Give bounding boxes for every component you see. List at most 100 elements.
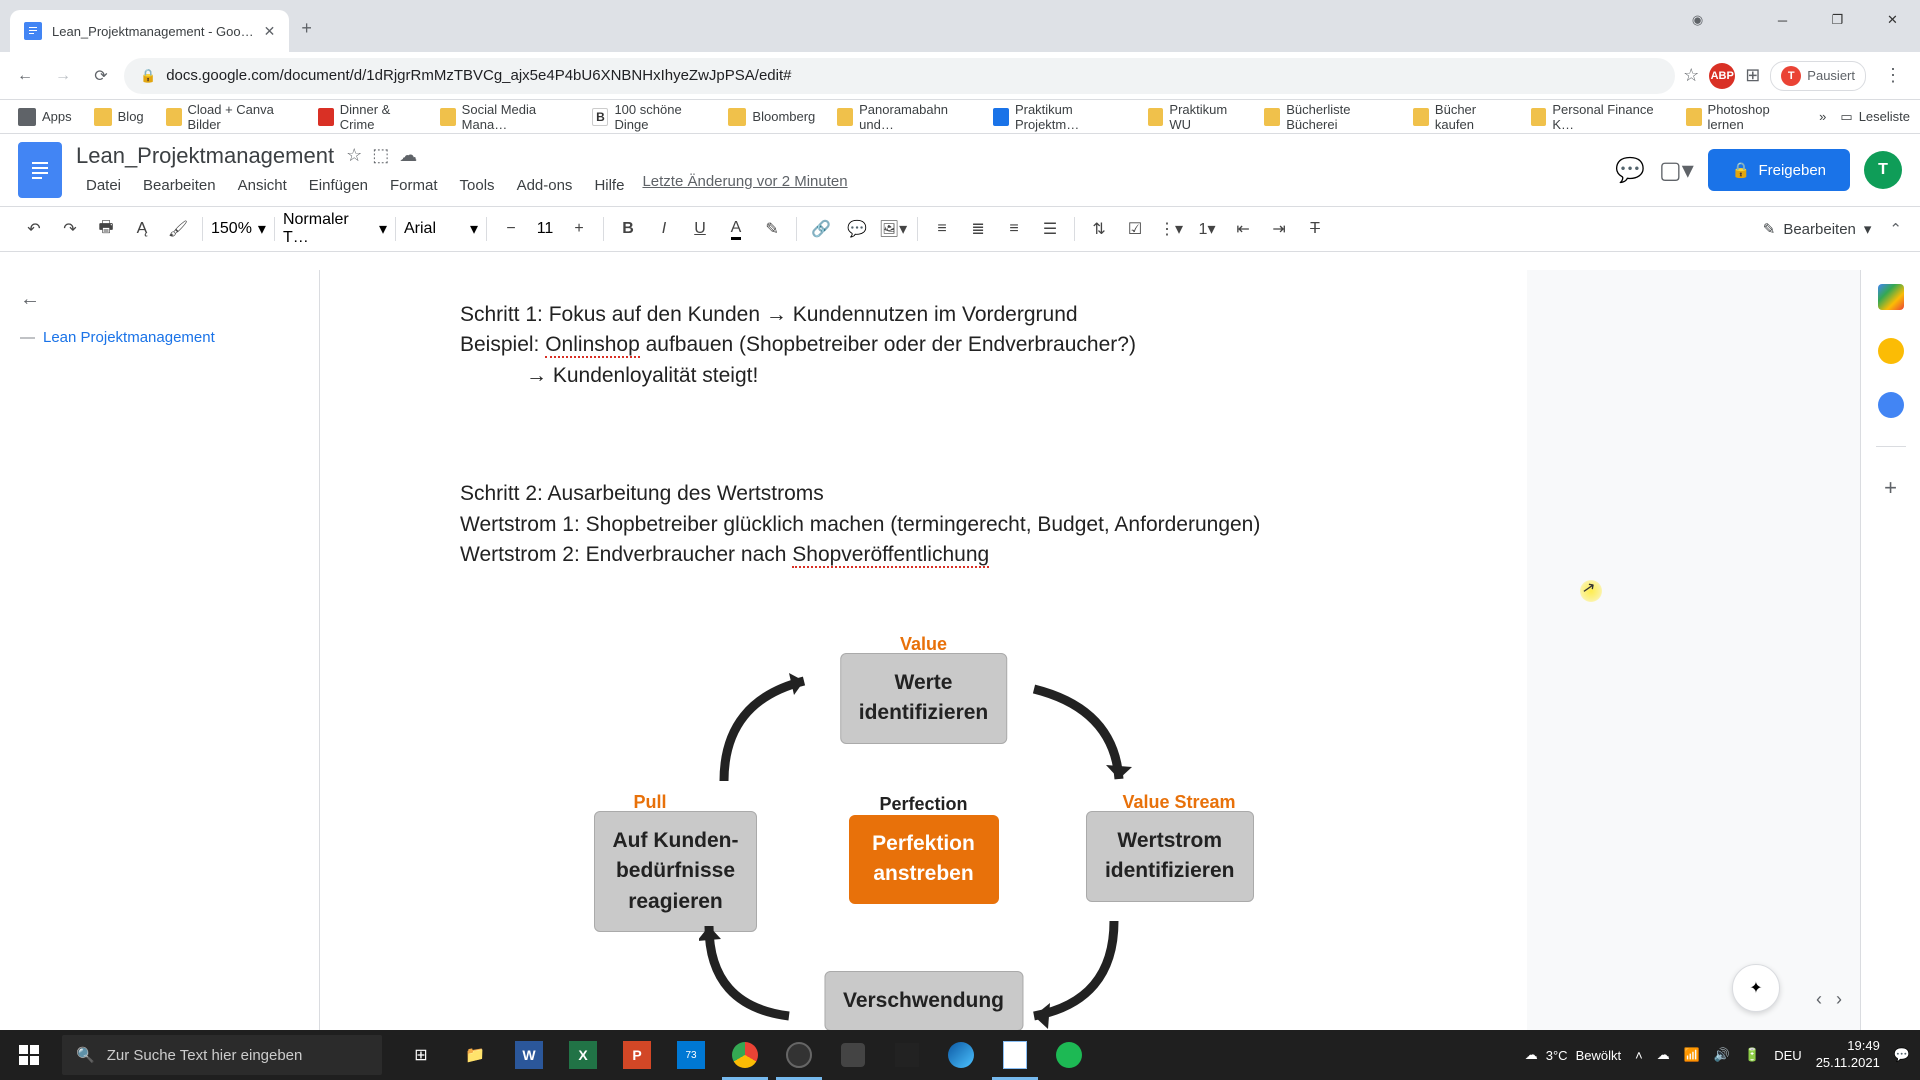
- text-color-button[interactable]: A: [720, 213, 752, 245]
- notepad-icon[interactable]: [988, 1030, 1042, 1080]
- new-tab-button[interactable]: +: [301, 18, 312, 39]
- menu-addons[interactable]: Add-ons: [507, 173, 583, 198]
- paint-format-button[interactable]: 🖌: [162, 213, 194, 245]
- document-page[interactable]: Schritt 1: Fokus auf den Kunden → Kunden…: [320, 270, 1527, 1030]
- obs-icon[interactable]: [772, 1030, 826, 1080]
- bookmark-item[interactable]: Praktikum Projektm…: [985, 98, 1133, 136]
- powerpoint-icon[interactable]: P: [610, 1030, 664, 1080]
- taskbar-search[interactable]: 🔍 Zur Suche Text hier eingeben: [62, 1035, 382, 1075]
- numbered-list-button[interactable]: 1▾: [1191, 213, 1223, 245]
- bookmark-item[interactable]: Personal Finance K…: [1523, 98, 1672, 136]
- font-size-decrease-button[interactable]: −: [495, 213, 527, 245]
- tasks-sidepanel-icon[interactable]: [1878, 392, 1904, 418]
- align-justify-button[interactable]: ☰: [1034, 213, 1066, 245]
- keep-sidepanel-icon[interactable]: [1878, 338, 1904, 364]
- minimize-button[interactable]: ─: [1755, 0, 1810, 40]
- app-icon[interactable]: [880, 1030, 934, 1080]
- align-left-button[interactable]: ≡: [926, 213, 958, 245]
- zoom-select[interactable]: 150% ▾: [211, 219, 266, 239]
- battery-icon[interactable]: 🔋: [1744, 1047, 1760, 1063]
- docs-logo-icon[interactable]: [18, 142, 62, 198]
- share-button[interactable]: 🔒 Freigeben: [1708, 149, 1850, 191]
- menu-ansicht[interactable]: Ansicht: [228, 173, 297, 198]
- spotify-icon[interactable]: [1042, 1030, 1096, 1080]
- address-bar[interactable]: 🔒 docs.google.com/document/d/1dRjgrRmMzT…: [124, 58, 1675, 94]
- profile-pausiert[interactable]: T Pausiert: [1770, 61, 1866, 91]
- wifi-icon[interactable]: 📶: [1684, 1047, 1700, 1063]
- paragraph-style-select[interactable]: Normaler T… ▾: [283, 211, 387, 247]
- edge-icon[interactable]: [934, 1030, 988, 1080]
- menu-datei[interactable]: Datei: [76, 173, 131, 198]
- notifications-icon[interactable]: 💬: [1894, 1047, 1910, 1063]
- tab-close-icon[interactable]: ✕: [264, 23, 276, 40]
- align-center-button[interactable]: ≣: [962, 213, 994, 245]
- cloud-status-icon[interactable]: ☁: [399, 145, 417, 166]
- collapse-toolbar-button[interactable]: ⌃: [1889, 220, 1902, 238]
- explore-button[interactable]: ✦: [1732, 964, 1780, 1012]
- calendar-sidepanel-icon[interactable]: [1878, 284, 1904, 310]
- bookmark-item[interactable]: B100 schöne Dinge: [584, 98, 714, 136]
- menu-bearbeiten[interactable]: Bearbeiten: [133, 173, 226, 198]
- bookmark-item[interactable]: Panoramabahn und…: [829, 98, 979, 136]
- apps-bookmark[interactable]: Apps: [10, 104, 80, 130]
- chrome-menu-icon[interactable]: ⋮: [1876, 65, 1910, 86]
- back-button[interactable]: ←: [10, 61, 40, 91]
- volume-icon[interactable]: 🔊: [1714, 1047, 1730, 1063]
- horizontal-ruler[interactable]: [0, 252, 1920, 270]
- last-edit-link[interactable]: Letzte Änderung vor 2 Minuten: [642, 173, 847, 198]
- bold-button[interactable]: B: [612, 213, 644, 245]
- bookmark-item[interactable]: Dinner & Crime: [310, 98, 426, 136]
- outline-close-button[interactable]: ←: [20, 288, 280, 311]
- align-right-button[interactable]: ≡: [998, 213, 1030, 245]
- mail-icon[interactable]: 73: [664, 1030, 718, 1080]
- chrome-icon[interactable]: [718, 1030, 772, 1080]
- close-window-button[interactable]: ✕: [1865, 0, 1920, 40]
- star-icon[interactable]: ☆: [346, 145, 362, 166]
- menu-einfuegen[interactable]: Einfügen: [299, 173, 378, 198]
- explorer-icon[interactable]: 📁: [448, 1030, 502, 1080]
- font-size-increase-button[interactable]: +: [563, 213, 595, 245]
- comment-history-icon[interactable]: 💬: [1615, 156, 1645, 185]
- undo-button[interactable]: ↶: [18, 213, 50, 245]
- document-title[interactable]: Lean_Projektmanagement: [76, 143, 334, 169]
- abp-extension-icon[interactable]: ABP: [1709, 63, 1735, 89]
- vertical-ruler[interactable]: [300, 270, 320, 1030]
- insert-link-button[interactable]: 🔗: [805, 213, 837, 245]
- bookmark-item[interactable]: Bücherliste Bücherei: [1256, 98, 1399, 136]
- bulleted-list-button[interactable]: ⋮▾: [1155, 213, 1187, 245]
- bookmark-item[interactable]: Social Media Mana…: [432, 98, 579, 136]
- tray-chevron-icon[interactable]: ˄: [1635, 1048, 1643, 1063]
- font-size-input[interactable]: 11: [531, 220, 559, 238]
- bookmark-item[interactable]: Photoshop lernen: [1678, 98, 1805, 136]
- bookmark-item[interactable]: Bloomberg: [720, 104, 823, 130]
- menu-hilfe[interactable]: Hilfe: [584, 173, 634, 198]
- language-indicator[interactable]: DEU: [1774, 1048, 1801, 1063]
- font-select[interactable]: Arial ▾: [404, 219, 478, 239]
- add-sidepanel-icon[interactable]: +: [1878, 475, 1904, 501]
- app-icon[interactable]: [826, 1030, 880, 1080]
- checklist-button[interactable]: ☑: [1119, 213, 1151, 245]
- excel-icon[interactable]: X: [556, 1030, 610, 1080]
- editing-mode-select[interactable]: ✎ Bearbeiten ▾: [1763, 220, 1872, 238]
- clear-formatting-button[interactable]: T: [1299, 213, 1331, 245]
- word-icon[interactable]: W: [502, 1030, 556, 1080]
- increase-indent-button[interactable]: ⇥: [1263, 213, 1295, 245]
- outline-item[interactable]: — Lean Projektmanagement: [20, 329, 280, 346]
- present-icon[interactable]: ▢▾: [1659, 156, 1694, 185]
- extensions-icon[interactable]: ⊞: [1745, 65, 1760, 86]
- browser-tab[interactable]: Lean_Projektmanagement - Goo… ✕: [10, 10, 289, 52]
- onedrive-icon[interactable]: ☁: [1657, 1047, 1670, 1063]
- menu-tools[interactable]: Tools: [450, 173, 505, 198]
- spellcheck-button[interactable]: Ą: [126, 213, 158, 245]
- decrease-indent-button[interactable]: ⇤: [1227, 213, 1259, 245]
- bookmarks-overflow[interactable]: »: [1811, 105, 1834, 128]
- underline-button[interactable]: U: [684, 213, 716, 245]
- weather-widget[interactable]: ☁ 3°C Bewölkt: [1525, 1047, 1621, 1063]
- clock[interactable]: 19:49 25.11.2021: [1816, 1038, 1880, 1072]
- bookmark-item[interactable]: Bücher kaufen: [1405, 98, 1516, 136]
- start-button[interactable]: [0, 1030, 58, 1080]
- menu-format[interactable]: Format: [380, 173, 448, 198]
- forward-button[interactable]: →: [48, 61, 78, 91]
- maximize-button[interactable]: ❐: [1810, 0, 1865, 40]
- page-prev-button[interactable]: ‹: [1816, 989, 1822, 1010]
